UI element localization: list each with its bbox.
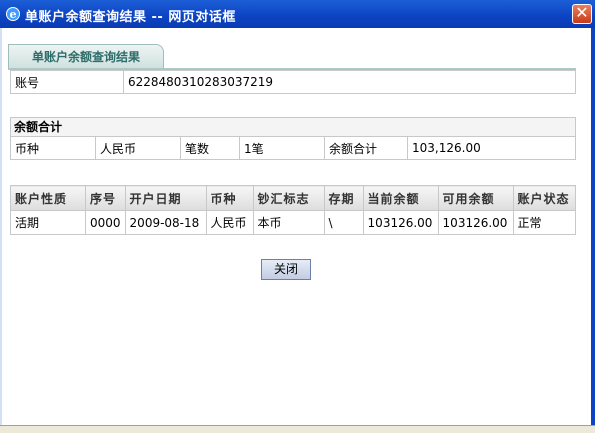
account-label: 账号: [10, 70, 124, 94]
table-cell: \: [323, 210, 364, 235]
balance-detail-table: 账户性质 序号 开户日期 币种 钞汇标志 存期 当前余额 可用余额 账户状态 活…: [10, 185, 577, 235]
total-label: 余额合计: [324, 136, 408, 160]
table-row: 活期 0000 2009-08-18 人民币 本币 \ 103126.00 10…: [10, 210, 577, 235]
column-header: 账户状态: [512, 185, 577, 211]
table-cell: 活期: [10, 210, 86, 235]
count-label: 笔数: [180, 136, 240, 160]
column-header: 序号: [85, 185, 126, 211]
ie-icon: e: [6, 7, 20, 21]
table-cell: 103126.00: [437, 210, 514, 235]
table-header-row: 账户性质 序号 开户日期 币种 钞汇标志 存期 当前余额 可用余额 账户状态: [10, 185, 577, 211]
table-cell: 2009-08-18: [124, 210, 207, 235]
table-cell: 本币: [252, 210, 325, 235]
window-titlebar: e 单账户余额查询结果 -- 网页对话框 ✕: [0, 0, 595, 28]
close-button[interactable]: 关闭: [261, 259, 311, 280]
close-icon: ✕: [575, 3, 589, 22]
column-header: 币种: [205, 185, 254, 211]
summary-heading: 余额合计: [10, 117, 576, 136]
balance-summary: 余额合计 币种 人民币 笔数 1笔 余额合计 103,126.00: [10, 117, 576, 160]
window-title: 单账户余额查询结果 -- 网页对话框: [25, 10, 236, 25]
table-row: 币种 人民币 笔数 1笔 余额合计 103,126.00: [10, 136, 576, 160]
currency-label: 币种: [10, 136, 96, 160]
summary-table: 币种 人民币 笔数 1笔 余额合计 103,126.00: [10, 136, 576, 160]
dialog-content: 单账户余额查询结果 账号 6228480310283037219 余额合计 币种…: [2, 28, 591, 425]
column-header: 钞汇标志: [252, 185, 325, 211]
svg-text:e: e: [10, 8, 17, 21]
table-cell: 正常: [512, 210, 577, 235]
column-header: 存期: [323, 185, 364, 211]
table-cell: 人民币: [205, 210, 254, 235]
column-header: 账户性质: [10, 185, 86, 211]
window-right-border: [591, 28, 595, 425]
status-bar: [0, 425, 595, 433]
total-value: 103,126.00: [407, 136, 576, 160]
column-header: 开户日期: [124, 185, 207, 211]
window-close-button[interactable]: ✕: [572, 4, 592, 24]
account-table: 账号 6228480310283037219: [10, 70, 576, 94]
table-cell: 0000: [85, 210, 126, 235]
column-header: 当前余额: [362, 185, 439, 211]
tab-balance-result[interactable]: 单账户余额查询结果: [8, 44, 164, 68]
count-value: 1笔: [239, 136, 325, 160]
table-cell: 103126.00: [362, 210, 439, 235]
table-row: 账号 6228480310283037219: [10, 70, 576, 94]
column-header: 可用余额: [437, 185, 514, 211]
currency-value: 人民币: [95, 136, 181, 160]
account-number: 6228480310283037219: [123, 70, 576, 94]
